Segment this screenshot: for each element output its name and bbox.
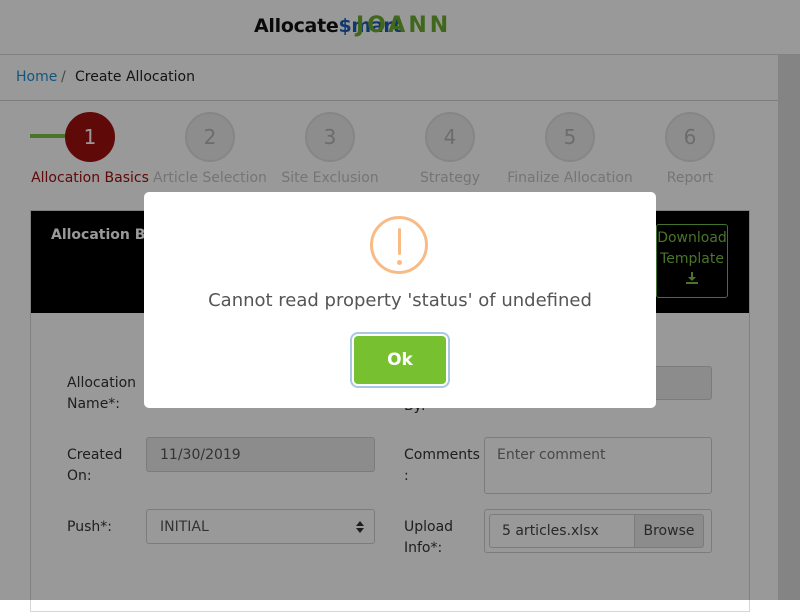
warning-dot (397, 260, 402, 265)
warning-exclamation-icon (370, 216, 428, 274)
warning-bar (398, 228, 401, 255)
error-dialog: Cannot read property 'status' of undefin… (144, 192, 656, 408)
ok-button[interactable]: Ok (354, 336, 446, 384)
error-message: Cannot read property 'status' of undefin… (208, 290, 592, 311)
